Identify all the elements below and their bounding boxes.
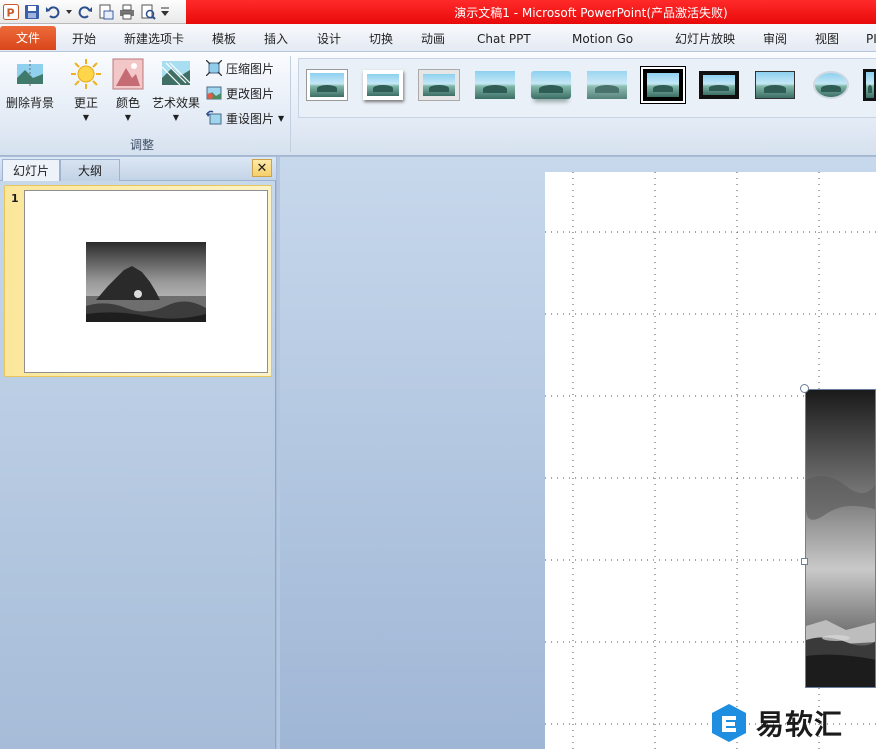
- tab-file[interactable]: 文件: [0, 26, 56, 50]
- change-picture-icon: [206, 86, 222, 100]
- corrections-button[interactable]: 更正 ▼: [68, 58, 104, 122]
- close-panel-icon[interactable]: ✕: [252, 159, 272, 177]
- picture-style-10[interactable]: [809, 67, 853, 103]
- rotate-handle[interactable]: [800, 384, 809, 393]
- compress-pictures-button[interactable]: 压缩图片: [206, 58, 274, 78]
- title-bar: P 演示文稿1 - Microsoft PowerPoint(产品激活失败): [0, 0, 876, 24]
- corrections-dropdown-icon: ▼: [82, 113, 90, 122]
- picture-style-11[interactable]: [863, 67, 876, 103]
- picture-style-4[interactable]: [473, 67, 517, 103]
- reset-picture-button[interactable]: 重设图片 ▼: [206, 108, 284, 128]
- remove-background-icon: [17, 60, 43, 88]
- tab-motion-go[interactable]: Motion Go: [572, 28, 633, 50]
- powerpoint-logo-icon: P: [2, 3, 20, 21]
- tab-transitions[interactable]: 切换: [369, 28, 393, 50]
- ribbon-picture-tools: 删除背景 更正 ▼ 颜色 ▼ 艺术效果 ▼ 压缩图片 更改图片 重设图片 ▼ 调…: [0, 52, 876, 156]
- resize-handle-left[interactable]: [801, 558, 808, 565]
- slide-number: 1: [11, 192, 19, 205]
- picture-style-2[interactable]: [361, 67, 405, 103]
- watermark: 易软汇: [708, 702, 843, 744]
- change-picture-button[interactable]: 更改图片: [206, 83, 274, 103]
- slide-thumbnail-selected[interactable]: 1: [4, 185, 272, 377]
- tab-slideshow[interactable]: 幻灯片放映: [675, 28, 735, 50]
- undo-dropdown-icon[interactable]: [65, 3, 73, 21]
- reset-picture-icon: [206, 110, 222, 125]
- tab-new-tab[interactable]: 新建选项卡: [124, 28, 184, 50]
- tab-design[interactable]: 设计: [317, 28, 341, 50]
- save-icon[interactable]: [23, 3, 41, 21]
- tab-animations[interactable]: 动画: [421, 28, 445, 50]
- group-adjust-label: 调整: [130, 138, 155, 152]
- ribbon-tabs: 文件 开始 新建选项卡 模板 插入 设计 切换 动画 Chat PPT Moti…: [0, 24, 876, 52]
- compress-icon: [206, 60, 222, 76]
- undo-icon[interactable]: [44, 3, 62, 21]
- tab-slides[interactable]: 幻灯片: [2, 159, 61, 181]
- artistic-effects-dropdown-icon: ▼: [172, 113, 180, 122]
- window-title: 演示文稿1 - Microsoft PowerPoint(产品激活失败): [186, 0, 876, 24]
- group-separator: [290, 56, 291, 152]
- remove-background-button[interactable]: 删除背景: [4, 58, 56, 111]
- selected-picture[interactable]: [805, 389, 876, 688]
- quick-access-toolbar: P: [0, 0, 170, 24]
- artistic-effects-button[interactable]: 艺术效果 ▼: [150, 58, 202, 122]
- picture-style-1[interactable]: [305, 67, 349, 103]
- picture-style-5[interactable]: [529, 67, 573, 103]
- picture-style-6[interactable]: [585, 67, 629, 103]
- panel-tabs: 幻灯片 大纲 ✕: [0, 157, 276, 181]
- tab-view[interactable]: 视图: [815, 28, 839, 50]
- change-picture-label: 更改图片: [226, 86, 275, 101]
- reset-picture-label: 重设图片: [226, 111, 275, 126]
- print-icon[interactable]: [118, 3, 136, 21]
- window-title-text: 演示文稿1 - Microsoft PowerPoint(产品激活失败): [454, 5, 728, 20]
- artistic-effects-icon: [161, 61, 191, 86]
- reset-dropdown-icon: ▼: [278, 113, 285, 123]
- picture-style-9[interactable]: [753, 67, 797, 103]
- customize-qat-icon[interactable]: [160, 3, 170, 21]
- print-preview-icon[interactable]: [139, 3, 157, 21]
- redo-icon[interactable]: [76, 3, 94, 21]
- tab-more[interactable]: PI: [866, 28, 876, 50]
- color-label: 颜色: [115, 96, 140, 110]
- picture-styles-gallery: [298, 58, 876, 118]
- watermark-logo-icon: [712, 704, 746, 742]
- panel-splitter[interactable]: [277, 157, 280, 749]
- picture-style-8[interactable]: [697, 67, 741, 103]
- color-picture-icon: [112, 58, 144, 90]
- tab-review[interactable]: 审阅: [763, 28, 787, 50]
- tab-chat-ppt[interactable]: Chat PPT: [477, 28, 531, 50]
- tab-outline[interactable]: 大纲: [60, 159, 120, 181]
- color-button[interactable]: 颜色 ▼: [110, 58, 146, 122]
- slide-thumbnail[interactable]: [24, 190, 268, 373]
- sun-icon: [71, 59, 101, 89]
- color-dropdown-icon: ▼: [124, 113, 132, 122]
- thumbnail-photo: [86, 242, 206, 322]
- slides-panel: 幻灯片 大纲 ✕ 1: [0, 157, 276, 749]
- tab-template[interactable]: 模板: [212, 28, 236, 50]
- artistic-effects-label: 艺术效果: [151, 96, 200, 110]
- new-doc-icon[interactable]: [97, 3, 115, 21]
- corrections-label: 更正: [73, 96, 98, 110]
- picture-style-3[interactable]: [417, 67, 461, 103]
- svg-text:P: P: [7, 7, 15, 20]
- watermark-text: 易软汇: [756, 708, 844, 741]
- picture-style-7[interactable]: [641, 67, 685, 103]
- compress-label: 压缩图片: [226, 61, 275, 76]
- tab-home[interactable]: 开始: [72, 28, 96, 50]
- tab-insert[interactable]: 插入: [264, 28, 288, 50]
- remove-background-label: 删除背景: [5, 96, 54, 110]
